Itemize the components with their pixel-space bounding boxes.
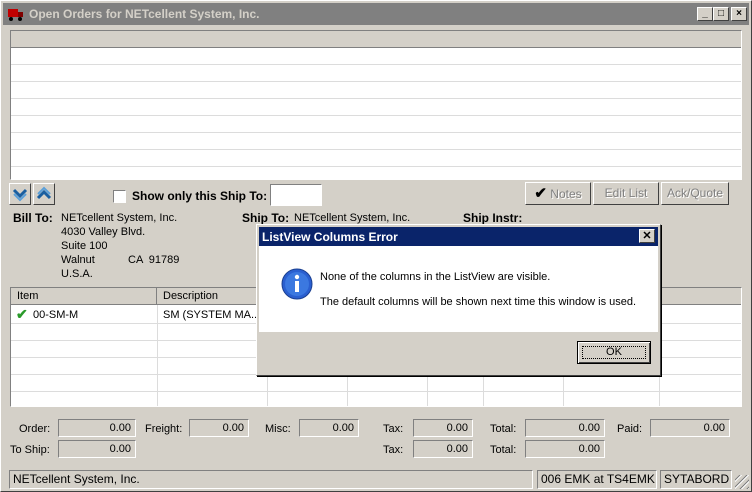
notes-button[interactable]: ✔ Notes [525,182,591,205]
total2-label: Total: [490,444,517,456]
info-icon [281,268,313,300]
total-label: Total: [490,423,517,435]
title-bar[interactable]: Open Orders for NETcellent System, Inc. … [3,3,749,25]
resize-grip-icon[interactable] [735,475,749,489]
move-down-button[interactable] [9,183,31,205]
bill-to-country: U.S.A. [61,268,93,280]
focus-ring [582,346,646,359]
toship-value: 0.00 [58,440,136,458]
status-session: 006 EMK at TS4EMK [537,470,657,489]
tax2-label: Tax: [383,444,404,456]
order-label: Order: [19,423,51,435]
orders-list-header[interactable] [11,31,741,48]
status-program: SYTABORD [660,470,732,489]
minimize-button[interactable]: _ [697,7,713,21]
notes-button-label: Notes [550,187,582,201]
bill-to-address2: Suite 100 [61,240,108,252]
total-value: 0.00 [525,419,605,437]
dialog-message-line2: The default columns will be shown next t… [320,296,637,308]
truck-app-icon [8,9,23,21]
freight-value: 0.00 [189,419,249,437]
checkmark-icon: ✔ [16,306,28,322]
shipto-filter-input[interactable] [270,184,322,206]
dialog-body: None of the columns in the ListView are … [259,246,658,332]
ack-quote-button[interactable]: Ack/Quote [661,182,729,205]
ship-to-label: Ship To: [242,211,290,225]
misc-label: Misc: [265,423,291,435]
toship-label: To Ship: [10,444,50,456]
checkmark-icon: ✔ [534,185,547,202]
dialog-message-line1: None of the columns in the ListView are … [320,271,551,283]
tax2-value: 0.00 [413,440,473,458]
maximize-button[interactable]: □ [713,7,729,21]
status-company: NETcellent System, Inc. [9,470,533,489]
dialog-title: ListView Columns Error [262,230,398,244]
chevron-up-icon [36,186,52,200]
dialog-close-button[interactable]: ✕ [639,229,655,243]
order-value: 0.00 [58,419,136,437]
tax-value: 0.00 [413,419,473,437]
column-header-item[interactable]: Item [11,288,157,305]
bill-to-label: Bill To: [13,211,53,225]
paid-value: 0.00 [650,419,730,437]
bill-to-address1: 4030 Valley Blvd. [61,226,146,238]
total2-value: 0.00 [525,440,605,458]
paid-label: Paid: [617,423,643,435]
freight-label: Freight: [145,423,183,435]
move-up-button[interactable] [33,183,55,205]
ok-button[interactable]: OK [577,341,651,364]
misc-value: 0.00 [299,419,359,437]
tax-label: Tax: [383,423,404,435]
edit-list-button[interactable]: Edit List [593,182,659,205]
row-description: SM (SYSTEM MA... [163,309,261,321]
main-window: Open Orders for NETcellent System, Inc. … [0,0,752,492]
close-button[interactable]: × [731,7,747,21]
bill-to-state-zip: CA 91789 [128,254,180,266]
show-only-shipto-label: Show only this Ship To: [132,189,268,203]
window-title: Open Orders for NETcellent System, Inc. [29,7,260,21]
chevron-down-icon [12,188,28,202]
ship-to-name: NETcellent System, Inc. [294,212,411,224]
error-dialog: ListView Columns Error ✕ None of the col… [256,224,661,376]
dialog-title-bar[interactable]: ListView Columns Error ✕ [259,227,658,246]
ship-instr-label: Ship Instr: [463,211,523,225]
bill-to-city: Walnut [61,254,95,266]
row-item: 00-SM-M [33,309,79,321]
bill-to-name: NETcellent System, Inc. [61,212,178,224]
orders-list[interactable] [10,30,742,180]
show-only-shipto-checkbox[interactable] [113,190,126,203]
